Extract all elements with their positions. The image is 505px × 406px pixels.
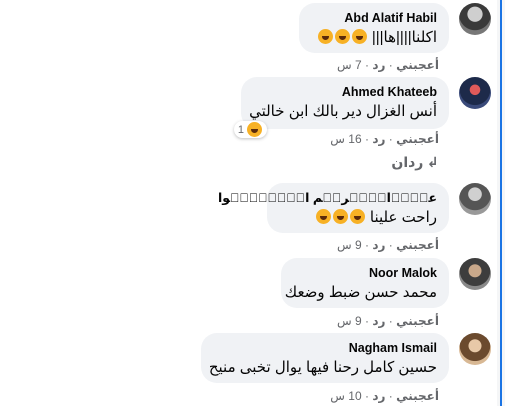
like-link[interactable]: أعجبني	[396, 389, 439, 403]
comment-actions: أعجبني · رد · 7 س	[337, 58, 439, 72]
avatar[interactable]	[459, 77, 491, 109]
separator: ·	[364, 132, 369, 146]
comment-actions: أعجبني · رد · 10 س	[330, 389, 439, 403]
comment-time[interactable]: 7 س	[337, 58, 362, 72]
laughing-emoji-icon	[317, 29, 333, 44]
comment-3: عبۨدۨالۨكۨريۨم الۨجۨحۨلۨوا راحت علينا أع…	[11, 183, 491, 253]
laughing-emoji-icon	[349, 209, 365, 224]
separator: ·	[364, 314, 369, 328]
reply-link[interactable]: رد	[372, 238, 385, 252]
comment-author[interactable]: عبۨدۨالۨكۨريۨم الۨجۨحۨلۨوا	[218, 190, 437, 206]
comment-4: Noor Malok محمد حسن ضبط وضعك أعجبني · رد…	[11, 258, 491, 328]
separator: ·	[388, 389, 393, 403]
comment-bubble: Ahmed Khateeb أنس الغزال دير بالك ابن خا…	[241, 77, 449, 129]
reply-link[interactable]: رد	[372, 314, 385, 328]
reply-link[interactable]: رد	[372, 389, 385, 403]
comment-bubble: Nagham Ismail حسين كامل رحنا فيها يوال ت…	[201, 333, 449, 383]
comment-author[interactable]: Noor Malok	[293, 265, 437, 281]
replies-label: ردان	[391, 154, 424, 170]
crying-emoji-icon	[334, 29, 350, 44]
separator: ·	[364, 58, 369, 72]
like-link[interactable]: أعجبني	[396, 58, 439, 72]
like-link[interactable]: أعجبني	[396, 132, 439, 146]
separator: ·	[388, 132, 393, 146]
reply-link[interactable]: رد	[372, 132, 385, 146]
reply-link[interactable]: رد	[372, 58, 385, 72]
reaction-badge[interactable]: 1	[233, 121, 267, 138]
sad-emoji-icon	[332, 209, 348, 224]
comment-bubble: Noor Malok محمد حسن ضبط وضعك	[281, 258, 449, 308]
laughing-emoji-icon	[315, 209, 331, 224]
comment-body: محمد حسن ضبط وضعك	[284, 284, 437, 301]
separator: ·	[364, 389, 369, 403]
laughing-emoji-icon	[351, 29, 367, 44]
separator: ·	[388, 238, 393, 252]
separator: ·	[388, 58, 393, 72]
like-link[interactable]: أعجبني	[396, 314, 439, 328]
view-replies[interactable]: ↳ ردان	[391, 154, 439, 171]
comment-author[interactable]: Ahmed Khateeb	[253, 84, 437, 100]
scrollbar-thumb[interactable]	[500, 0, 502, 406]
comment-body: أنس الغزال دير بالك ابن خالتي	[249, 103, 437, 120]
separator: ·	[364, 238, 369, 252]
reaction-count: 1	[237, 123, 244, 136]
avatar[interactable]	[459, 3, 491, 35]
comment-time[interactable]: 10 س	[330, 389, 361, 403]
avatar[interactable]	[459, 258, 491, 290]
separator: ·	[388, 314, 393, 328]
comment-body: راحت علينا	[369, 209, 437, 226]
comment-1: Abd Alatif Habil اكلنا||||ها||| أعجبني ·…	[11, 3, 491, 73]
like-link[interactable]: أعجبني	[396, 238, 439, 252]
comment-text: راحت علينا	[279, 208, 437, 228]
comment-5: Nagham Ismail حسين كامل رحنا فيها يوال ت…	[11, 333, 491, 405]
comment-bubble: عبۨدۨالۨكۨريۨم الۨجۨحۨلۨوا راحت علينا	[218, 183, 449, 233]
avatar[interactable]	[459, 333, 491, 365]
comment-actions: أعجبني · رد · 9 س	[337, 238, 439, 252]
comment-body: حسين كامل رحنا فيها يوال تخبى منيح	[208, 359, 437, 376]
comment-body: اكلنا||||ها|||	[371, 29, 437, 46]
comment-time[interactable]: 9 س	[337, 314, 362, 328]
comment-author[interactable]: Abd Alatif Habil	[311, 10, 437, 26]
comment-text: اكلنا||||ها|||	[311, 28, 437, 48]
comment-2: Ahmed Khateeb أنس الغزال دير بالك ابن خا…	[11, 77, 491, 172]
comment-author[interactable]: Nagham Ismail	[213, 340, 437, 356]
comment-actions: أعجبني · رد · 9 س	[337, 314, 439, 328]
avatar[interactable]	[459, 183, 491, 215]
reply-arrow-icon: ↳	[427, 154, 439, 170]
comment-actions: أعجبني · رد · 16 س	[330, 132, 439, 146]
comment-time[interactable]: 16 س	[330, 132, 361, 146]
comment-bubble: Abd Alatif Habil اكلنا||||ها|||	[299, 3, 449, 53]
haha-emoji-icon	[247, 122, 262, 137]
comment-time[interactable]: 9 س	[337, 238, 362, 252]
